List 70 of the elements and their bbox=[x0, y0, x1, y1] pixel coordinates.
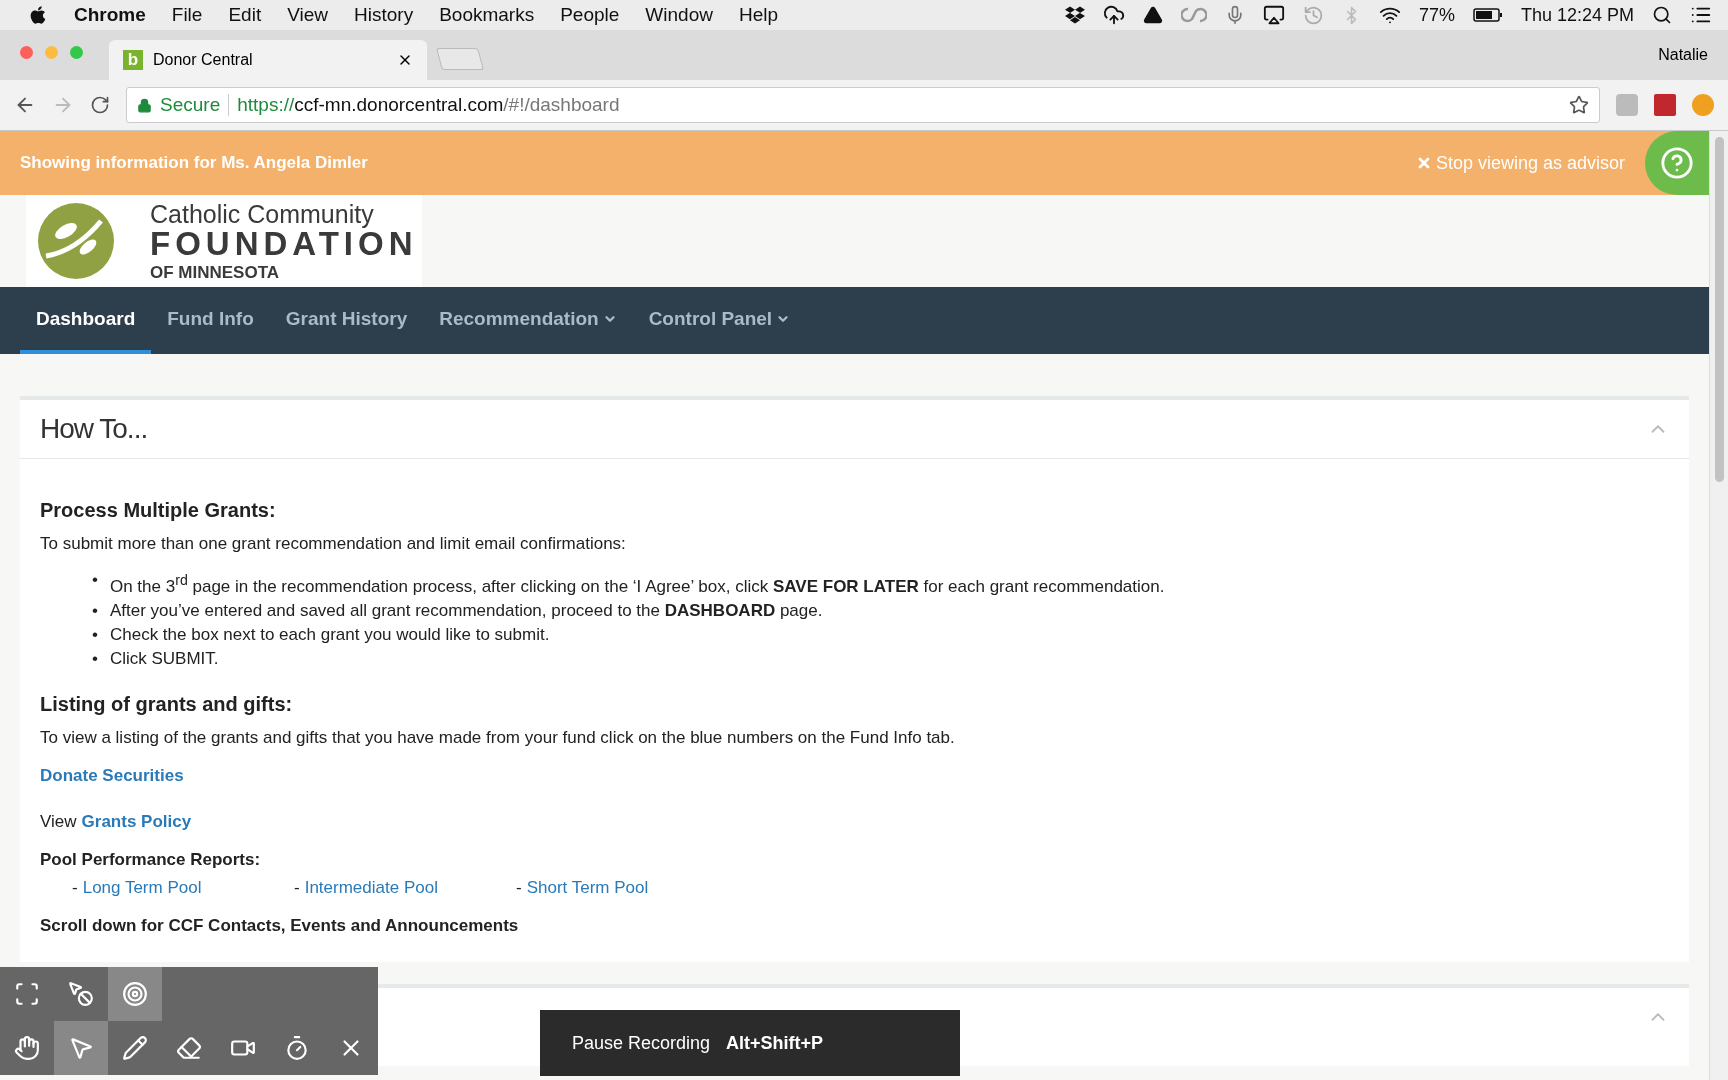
browser-tab[interactable]: b Donor Central bbox=[109, 40, 427, 80]
eraser-icon bbox=[176, 1035, 202, 1061]
apple-icon[interactable] bbox=[28, 5, 48, 25]
pool-link[interactable]: Short Term Pool bbox=[526, 877, 649, 898]
paragraph: To view a listing of the grants and gifts that you have made from your fund click on the blue numbers on the Fund Info tab. bbox=[40, 727, 956, 748]
menu-item[interactable]: History bbox=[354, 4, 414, 26]
address-bar[interactable]: Secure https://ccf-mn.donorcentral.com/#!/dashboard bbox=[126, 87, 1600, 123]
label-text: View bbox=[40, 811, 77, 832]
app-menu[interactable]: Chrome bbox=[74, 4, 146, 26]
nav-tab[interactable]: Control Panel bbox=[632, 287, 807, 354]
bullet-marker: • bbox=[92, 647, 98, 670]
nav-tab[interactable]: Fund Info bbox=[151, 287, 270, 354]
foundation-logo: Catholic Community FOUNDATION OF MINNESOTA bbox=[26, 195, 422, 287]
lock-icon bbox=[137, 97, 152, 113]
section-heading: Process Multiple Grants: bbox=[40, 499, 277, 522]
clock: Thu 12:24 PM bbox=[1520, 4, 1634, 26]
section-heading: Listing of grants and gifts: bbox=[40, 692, 294, 716]
dash: - bbox=[516, 877, 522, 898]
policy-link[interactable]: Grants Policy bbox=[81, 811, 192, 832]
bullet-marker: • bbox=[92, 599, 98, 622]
bullet-text: After you’ve entered and saved all grant recommendation, proceed to the DASHBOARD page. bbox=[109, 599, 823, 622]
bullet-text: Click SUBMIT. bbox=[109, 647, 219, 670]
cursor-off-icon bbox=[68, 981, 94, 1007]
bullet-marker: • bbox=[92, 623, 98, 646]
subheading: Pool Performance Reports: bbox=[40, 849, 262, 870]
profile-name[interactable]: Natalie bbox=[1658, 46, 1708, 64]
triangle-icon[interactable] bbox=[1142, 5, 1163, 25]
cursor-ring-button[interactable] bbox=[108, 967, 162, 1021]
banner-text: Showing information for Ms. Angela Dimler bbox=[20, 153, 368, 173]
pointer-icon bbox=[68, 1035, 94, 1061]
donate-link[interactable]: Donate Securities bbox=[40, 765, 184, 786]
search-icon[interactable] bbox=[1652, 5, 1672, 25]
nav-tab[interactable]: Dashboard bbox=[20, 287, 152, 354]
favicon: b bbox=[123, 50, 143, 70]
pointer-button[interactable] bbox=[54, 1021, 108, 1075]
airplay-icon[interactable] bbox=[1262, 4, 1285, 26]
hand-icon bbox=[14, 1035, 40, 1061]
battery-icon[interactable] bbox=[1472, 8, 1503, 22]
pool-link[interactable]: Long Term Pool bbox=[82, 877, 202, 898]
menu-item[interactable]: Bookmarks bbox=[439, 4, 535, 26]
menu-item[interactable]: Edit bbox=[228, 4, 262, 26]
bullet-text: Check the box next to each grant you would like to submit. bbox=[109, 623, 550, 646]
dash: - bbox=[294, 877, 300, 898]
menu-item[interactable]: View bbox=[287, 4, 328, 26]
help-icon bbox=[1660, 146, 1694, 180]
toast-text: Pause Recording bbox=[572, 1032, 711, 1054]
scan-icon bbox=[14, 981, 40, 1007]
scrollbar[interactable] bbox=[1709, 131, 1728, 1080]
pencil-icon bbox=[122, 1035, 148, 1061]
bullet-text: On the 3$^{rd}$ page in the recommendation process, after clicking on the ‘I Agree’ box, click SAVE FOR LATER for each grant recommendation. bbox=[109, 571, 1165, 598]
panel-title: How To... bbox=[40, 413, 148, 445]
menu-item[interactable]: Help bbox=[738, 4, 778, 26]
nav-tab[interactable]: Grant History bbox=[269, 287, 424, 354]
battery-percent: 77% bbox=[1418, 4, 1455, 26]
cloud-upload-icon[interactable] bbox=[1102, 4, 1125, 26]
nav-tab[interactable]: Recommendation bbox=[423, 287, 633, 354]
timer-icon bbox=[284, 1035, 310, 1061]
dropbox-icon[interactable] bbox=[1064, 5, 1085, 25]
menu-item[interactable]: File bbox=[171, 4, 203, 26]
menu-item[interactable]: Window bbox=[645, 4, 713, 26]
subheading: Scroll down for CCF Contacts, Events and Announcements bbox=[40, 915, 520, 936]
menu-item[interactable]: People bbox=[560, 4, 620, 26]
bullet-marker: • bbox=[92, 569, 98, 591]
reload-icon[interactable] bbox=[90, 95, 110, 115]
pool-link[interactable]: Intermediate Pool bbox=[304, 877, 438, 898]
paragraph: To submit more than one grant recommendation and limit email confirmations: bbox=[40, 534, 627, 554]
shortcut-text: Alt+Shift+P bbox=[726, 1032, 824, 1054]
dash: - bbox=[72, 877, 78, 898]
star-icon[interactable] bbox=[1569, 95, 1589, 115]
cursor-ring-icon bbox=[122, 981, 148, 1007]
